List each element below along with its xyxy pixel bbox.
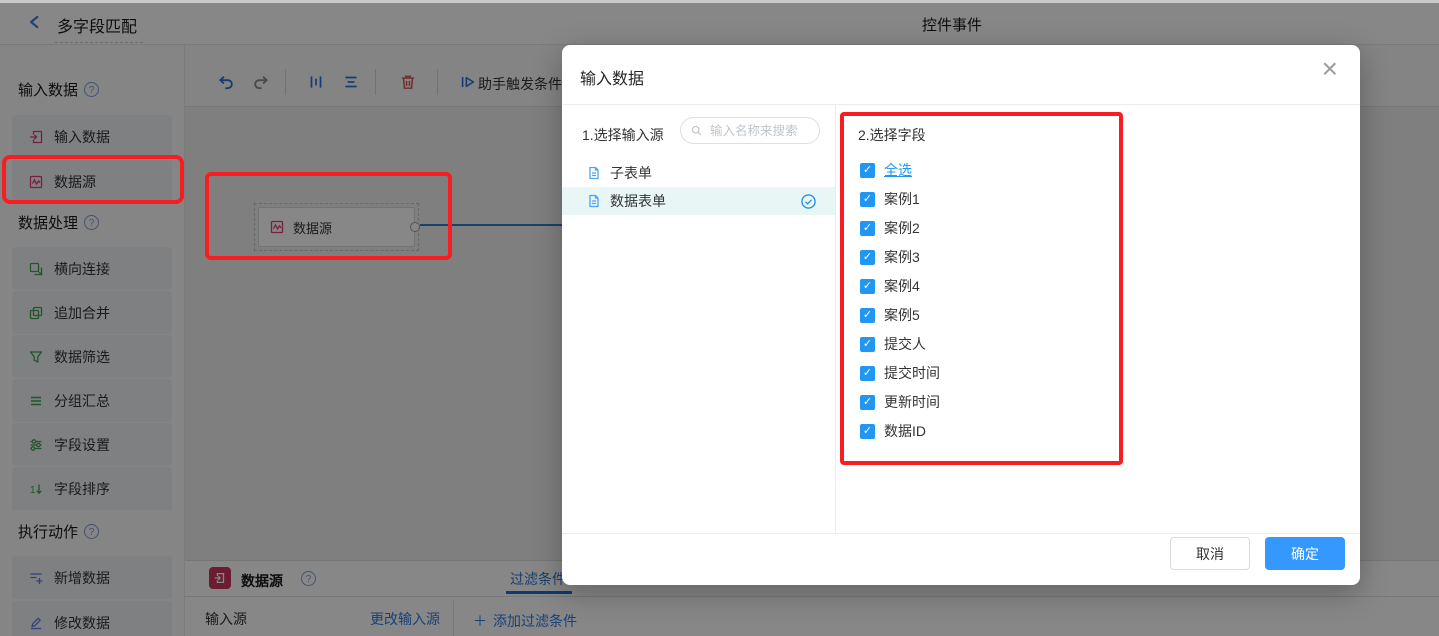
checkbox-checked-icon[interactable]: ✓ xyxy=(860,395,875,410)
field-label: 案例3 xyxy=(884,247,920,267)
checkbox-checked-icon[interactable]: ✓ xyxy=(860,366,875,381)
field-label: 案例2 xyxy=(884,218,920,238)
dialog-column-divider xyxy=(835,104,836,533)
input-data-dialog: 输入数据 × 1.选择输入源 子表单 数据表单 2.选择字段 xyxy=(562,45,1360,585)
checkbox-checked-icon[interactable]: ✓ xyxy=(860,221,875,236)
field-row[interactable]: ✓ 更新时间 xyxy=(860,392,940,412)
document-icon xyxy=(586,193,602,209)
field-row[interactable]: ✓ 案例2 xyxy=(860,218,920,238)
field-label: 更新时间 xyxy=(884,392,940,412)
dialog-title: 输入数据 xyxy=(580,65,644,89)
select-all-link[interactable]: 全选 xyxy=(884,160,912,180)
field-row[interactable]: ✓ 数据ID xyxy=(860,421,926,441)
field-row-select-all[interactable]: ✓ 全选 xyxy=(860,160,912,180)
document-icon xyxy=(586,165,602,181)
field-label: 提交时间 xyxy=(884,363,940,383)
checkbox-checked-icon[interactable]: ✓ xyxy=(860,279,875,294)
field-label: 提交人 xyxy=(884,334,926,354)
search-box[interactable] xyxy=(680,117,820,144)
dialog-header-divider xyxy=(562,104,1360,105)
field-row[interactable]: ✓ 案例4 xyxy=(860,276,920,296)
search-input[interactable] xyxy=(708,123,817,139)
field-row[interactable]: ✓ 案例1 xyxy=(860,189,920,209)
cancel-button[interactable]: 取消 xyxy=(1170,537,1250,570)
window-top-edge xyxy=(0,0,1439,3)
close-icon[interactable]: × xyxy=(1322,55,1338,83)
checkbox-checked-icon[interactable]: ✓ xyxy=(860,337,875,352)
step1-label: 1.选择输入源 xyxy=(582,125,664,145)
check-circle-icon xyxy=(800,193,817,210)
field-label: 案例4 xyxy=(884,276,920,296)
checkbox-checked-icon[interactable]: ✓ xyxy=(860,163,875,178)
dialog-footer-divider xyxy=(562,533,1360,534)
field-row[interactable]: ✓ 提交人 xyxy=(860,334,926,354)
source-item-label: 数据表单 xyxy=(610,191,666,211)
source-item-label: 子表单 xyxy=(610,163,652,183)
field-label: 数据ID xyxy=(884,421,926,441)
field-row[interactable]: ✓ 案例5 xyxy=(860,305,920,325)
confirm-button[interactable]: 确定 xyxy=(1265,537,1345,570)
checkbox-checked-icon[interactable]: ✓ xyxy=(860,192,875,207)
source-item-dataform-selected[interactable]: 数据表单 xyxy=(562,187,835,215)
app-window: 多字段匹配 控件事件 输入数据 ? 输入数据 数据源 数据处理 ? xyxy=(0,0,1439,636)
field-row[interactable]: ✓ 提交时间 xyxy=(860,363,940,383)
checkbox-checked-icon[interactable]: ✓ xyxy=(860,250,875,265)
checkbox-checked-icon[interactable]: ✓ xyxy=(860,308,875,323)
field-row[interactable]: ✓ 案例3 xyxy=(860,247,920,267)
step2-label: 2.选择字段 xyxy=(858,125,926,145)
field-label: 案例5 xyxy=(884,305,920,325)
source-item-subform[interactable]: 子表单 xyxy=(562,159,835,187)
checkbox-checked-icon[interactable]: ✓ xyxy=(860,424,875,439)
search-icon xyxy=(690,124,703,137)
field-label: 案例1 xyxy=(884,189,920,209)
